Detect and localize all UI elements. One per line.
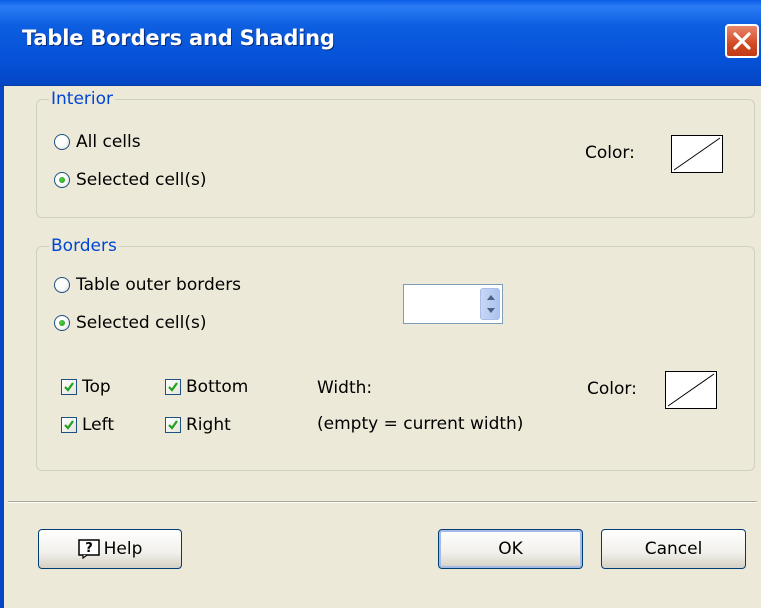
spinner-arrows-icon <box>487 295 495 313</box>
radio-all-cells-label: All cells <box>76 132 141 152</box>
close-icon <box>733 32 751 50</box>
interior-color-label: Color: <box>585 143 635 163</box>
radio-table-outer-borders-label: Table outer borders <box>76 275 242 295</box>
interior-legend: Interior <box>51 89 114 109</box>
radio-borders-selected-cells-label: Selected cell(s) <box>76 313 207 333</box>
ok-button-label: OK <box>498 539 523 559</box>
help-icon: ? <box>77 539 100 559</box>
radio-table-outer-borders-indicator[interactable] <box>54 277 70 293</box>
checkmark-icon <box>64 420 74 430</box>
close-button[interactable] <box>725 24 759 58</box>
checkmark-icon <box>64 382 74 392</box>
checkbox-top-label: Top <box>82 377 111 397</box>
checkbox-left[interactable]: Left <box>61 413 114 437</box>
radio-interior-selected-cells-indicator[interactable] <box>54 172 70 188</box>
width-input[interactable] <box>404 285 480 323</box>
help-button-label: Help <box>103 539 143 559</box>
checkbox-top-box[interactable] <box>61 379 77 395</box>
cancel-button[interactable]: Cancel <box>601 529 746 569</box>
checkbox-bottom-label: Bottom <box>186 377 249 397</box>
checkmark-icon <box>168 382 178 392</box>
dialog-client-area: Interior All cells Selected cell(s) Colo… <box>0 86 761 608</box>
window-title: Table Borders and Shading <box>22 26 335 50</box>
checkbox-bottom-box[interactable] <box>165 379 181 395</box>
interior-group: Interior <box>36 90 755 218</box>
checkbox-top[interactable]: Top <box>61 375 111 399</box>
radio-borders-selected-cells-indicator[interactable] <box>54 315 70 331</box>
cancel-button-label: Cancel <box>644 539 703 559</box>
borders-color-swatch[interactable] <box>665 371 717 409</box>
radio-interior-selected-cells-label: Selected cell(s) <box>76 170 207 190</box>
no-color-icon <box>667 373 715 407</box>
radio-all-cells-indicator[interactable] <box>54 134 70 150</box>
help-button[interactable]: ? Help <box>38 529 182 569</box>
radio-table-outer-borders[interactable]: Table outer borders <box>54 273 241 297</box>
checkbox-right[interactable]: Right <box>165 413 231 437</box>
checkmark-icon <box>168 420 178 430</box>
borders-color-label: Color: <box>587 379 637 399</box>
radio-interior-selected-cells[interactable]: Selected cell(s) <box>54 168 206 192</box>
interior-color-swatch[interactable] <box>671 135 723 173</box>
width-spinner[interactable] <box>403 284 503 324</box>
borders-legend: Borders <box>51 236 117 256</box>
svg-text:?: ? <box>85 541 93 556</box>
width-spinner-buttons[interactable] <box>480 288 500 320</box>
radio-borders-selected-cells[interactable]: Selected cell(s) <box>54 311 206 335</box>
width-label: Width: <box>317 378 373 398</box>
button-separator <box>8 501 757 503</box>
checkbox-left-label: Left <box>82 415 114 435</box>
checkbox-left-box[interactable] <box>61 417 77 433</box>
width-hint: (empty = current width) <box>317 414 524 434</box>
checkbox-bottom[interactable]: Bottom <box>165 375 248 399</box>
checkbox-right-label: Right <box>186 415 231 435</box>
ok-button[interactable]: OK <box>438 529 583 569</box>
title-bar[interactable]: Table Borders and Shading <box>0 0 761 86</box>
no-color-icon <box>673 137 721 171</box>
radio-all-cells[interactable]: All cells <box>54 130 141 154</box>
checkbox-right-box[interactable] <box>165 417 181 433</box>
